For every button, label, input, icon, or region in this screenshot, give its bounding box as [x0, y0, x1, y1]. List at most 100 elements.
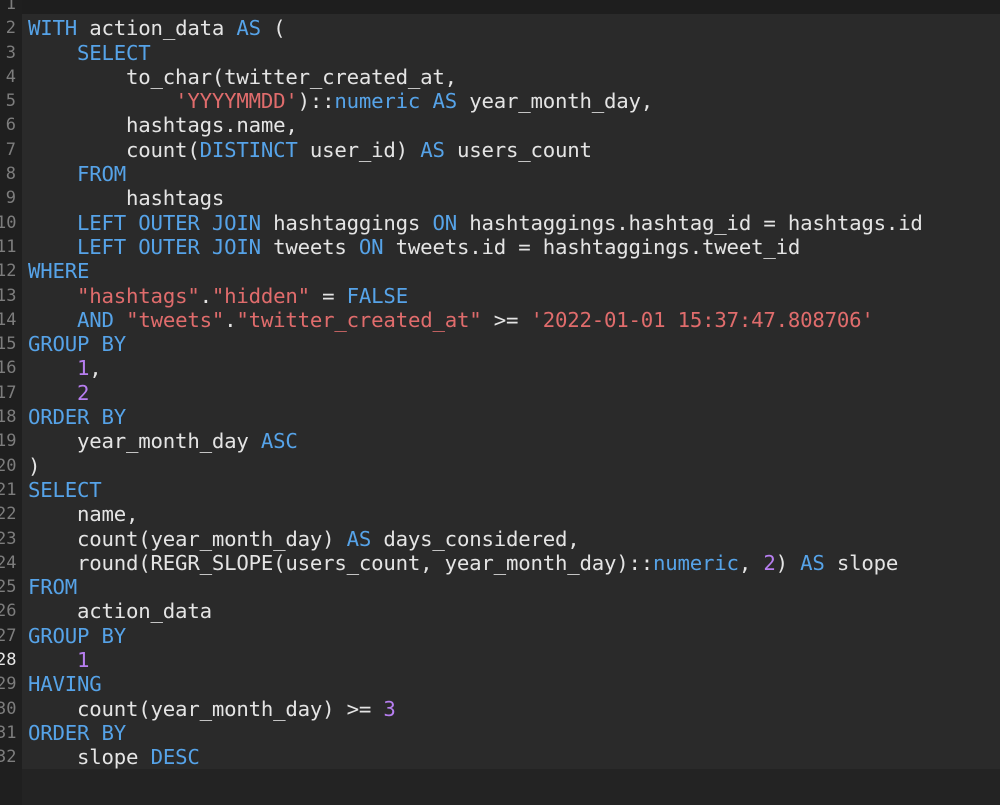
code-line[interactable]: 12 WHERE	[0, 259, 1000, 283]
code-token: tweets	[260, 234, 359, 259]
line-code: )	[28, 454, 40, 478]
line-number: 7	[5, 139, 16, 160]
editor-empty-area[interactable]	[22, 769, 1000, 805]
code-line[interactable]: 13 "hashtags"."hidden" = FALSE	[0, 284, 1000, 308]
code-token: hashtaggings.hashtag_id = hashtags.id	[456, 210, 923, 235]
line-code: "hashtags"."hidden" = FALSE	[28, 284, 408, 308]
line-number: 4	[5, 66, 16, 87]
code-lines: 1 2 WITH action_data AS (3 SELECT 4 to_char…	[0, 0, 1000, 770]
code-token: >=	[481, 307, 531, 332]
line-code: WITH action_data AS (	[28, 16, 286, 41]
code-line[interactable]: 3 SELECT	[0, 41, 1000, 65]
line-number: 3	[5, 42, 16, 63]
code-token: GROUP BY	[28, 623, 127, 648]
code-token: ASC	[260, 429, 298, 454]
code-token: FROM	[28, 575, 78, 600]
code-line[interactable]: 16 1,	[0, 356, 1000, 380]
line-code: GROUP BY	[28, 332, 126, 356]
line-number: 20	[0, 455, 17, 476]
line-code: ORDER BY	[28, 721, 126, 745]
code-line[interactable]: 23 count(year_month_day) AS days_conside…	[0, 527, 1000, 551]
code-token: count(year_month_day)	[28, 526, 347, 551]
code-line[interactable]: 4 to_char(twitter_created_at,	[0, 65, 1000, 89]
code-line[interactable]: 32 slope DESC	[0, 745, 1000, 769]
code-line[interactable]: 17 2	[0, 381, 1000, 405]
line-code: hashtags	[28, 186, 224, 210]
code-token: days_considered,	[371, 526, 580, 551]
line-number: 26	[0, 601, 17, 622]
code-line[interactable]: 31 ORDER BY	[0, 721, 1000, 745]
code-token: users_count	[444, 137, 592, 162]
code-token: hashtags.name,	[28, 113, 298, 138]
code-token: LEFT OUTER JOIN	[77, 234, 261, 259]
code-line[interactable]: 6 hashtags.name,	[0, 113, 1000, 137]
code-token: WHERE	[28, 259, 90, 284]
line-number: 9	[5, 188, 16, 209]
code-line[interactable]: 7 count(DISTINCT user_id) AS users_count	[0, 138, 1000, 162]
code-line[interactable]: 11 LEFT OUTER JOIN tweets ON tweets.id =…	[0, 235, 1000, 259]
line-code: LEFT OUTER JOIN hashtaggings ON hashtagg…	[28, 211, 923, 235]
code-token: 2	[77, 380, 90, 405]
line-number: 13	[0, 285, 17, 306]
code-token: '2022-01-01 15:37:47.808706'	[530, 307, 874, 332]
code-line[interactable]: 18 ORDER BY	[0, 405, 1000, 429]
line-number: 2	[5, 18, 16, 39]
code-token: name,	[28, 502, 139, 527]
sql-code-editor[interactable]: 1 2 WITH action_data AS (3 SELECT 4 to_char…	[0, 0, 1000, 805]
code-line[interactable]: 20)	[0, 454, 1000, 478]
code-line[interactable]: 10 LEFT OUTER JOIN hashtaggings ON hasht…	[0, 211, 1000, 235]
code-line[interactable]: 1	[0, 0, 1000, 16]
code-line[interactable]: 30 count(year_month_day) >= 3	[0, 697, 1000, 721]
code-token: "hidden"	[211, 283, 310, 308]
code-line[interactable]: 27 GROUP BY	[0, 624, 1000, 648]
code-token: AS	[346, 526, 372, 551]
line-number: 8	[5, 164, 16, 185]
code-line[interactable]: 28 1	[0, 648, 1000, 672]
line-number: 30	[0, 698, 17, 719]
line-code: 2	[28, 381, 89, 405]
code-token: )	[775, 550, 801, 575]
code-token: SELECT	[77, 40, 151, 65]
line-number: 18	[0, 407, 17, 428]
code-token: ON	[432, 210, 457, 235]
code-line[interactable]: 9 hashtags	[0, 186, 1000, 210]
line-number: 16	[0, 358, 17, 379]
code-line[interactable]: 8 FROM	[0, 162, 1000, 186]
line-code: slope DESC	[28, 745, 200, 769]
code-token: action_data	[77, 16, 237, 41]
code-token: year_month_day	[28, 429, 261, 454]
code-token: AND	[77, 307, 114, 332]
code-line[interactable]: 21 SELECT	[0, 478, 1000, 502]
code-token: 'YYYYMMDD'	[175, 89, 298, 114]
code-line[interactable]: 2 WITH action_data AS (	[0, 16, 1000, 40]
code-line[interactable]: 5 'YYYYMMDD')::numeric AS year_month_day…	[0, 89, 1000, 113]
code-token: GROUP BY	[28, 332, 127, 357]
code-token: "twitter_created_at"	[236, 307, 482, 332]
line-code: FROM	[28, 162, 126, 186]
code-line[interactable]: 14 AND "tweets"."twitter_created_at" >= …	[0, 308, 1000, 332]
line-code: ORDER BY	[28, 405, 126, 429]
code-token: "hashtags"	[77, 283, 200, 308]
code-token: count(	[28, 137, 200, 162]
code-line[interactable]: 24 round(REGR_SLOPE(users_count, year_mo…	[0, 551, 1000, 575]
line-code: name,	[28, 502, 138, 526]
line-number: 19	[0, 431, 17, 452]
code-line[interactable]: 25 FROM	[0, 575, 1000, 599]
code-line[interactable]: 26 action_data	[0, 599, 1000, 623]
line-code: hashtags.name,	[28, 113, 298, 137]
code-line[interactable]: 15 GROUP BY	[0, 332, 1000, 356]
code-line[interactable]: 19 year_month_day ASC	[0, 429, 1000, 453]
code-line[interactable]: 22 name,	[0, 502, 1000, 526]
line-number: 11	[0, 236, 17, 257]
code-token: hashtags	[28, 186, 225, 211]
line-number: 17	[0, 382, 17, 403]
code-token: HAVING	[28, 672, 102, 697]
code-token: numeric	[653, 550, 739, 575]
code-line[interactable]: 29 HAVING	[0, 672, 1000, 696]
